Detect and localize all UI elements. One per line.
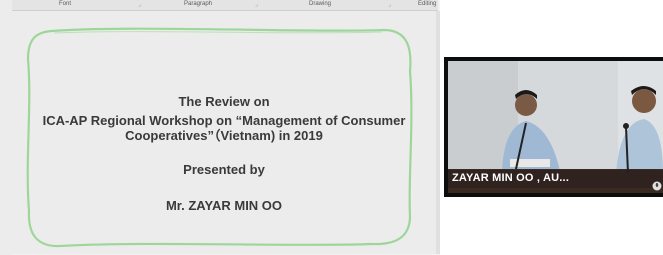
dialog-launcher-icon[interactable]: ⌟ <box>138 1 141 8</box>
workshop-line-a: ICA-AP Regional Workshop on “Management … <box>42 113 406 128</box>
ribbon-group-paragraph: Paragraph <box>184 1 213 7</box>
scrollbar[interactable] <box>436 11 440 254</box>
dialog-launcher-icon[interactable]: ⌟ <box>388 1 391 8</box>
window-edge <box>0 0 12 255</box>
workshop-line-b: Cooperatives”（Vietnam) in 2019 <box>125 128 323 143</box>
dialog-launcher-icon[interactable]: ⌟ <box>255 1 258 8</box>
participant-name-label: ZAYAR MIN OO , AU... <box>452 172 570 184</box>
ribbon-group-font: Font <box>59 1 72 7</box>
slide-presented-by: Presented by <box>183 162 265 177</box>
slide-presenter-name: Mr. ZAYAR MIN OO <box>165 198 283 213</box>
presentation-slide: The Review on ICA-AP Regional Workshop o… <box>12 11 436 254</box>
slide-title-line1: The Review on <box>178 94 270 109</box>
ribbon-group-labels: Font ⌟ Paragraph ⌟ Drawing ⌟ Editing <box>12 0 438 11</box>
participant-video-tile[interactable]: ZAYAR MIN OO , AU... <box>444 57 663 197</box>
ribbon-group-editing: Editing <box>418 1 437 7</box>
microphone-icon <box>652 181 662 191</box>
slide-title-line2: ICA-AP Regional Workshop on “Management … <box>12 113 436 143</box>
shared-screen: Font ⌟ Paragraph ⌟ Drawing ⌟ Editing The… <box>0 0 440 255</box>
video-feed: ZAYAR MIN OO , AU... <box>448 61 663 193</box>
ribbon-group-drawing: Drawing <box>309 1 332 7</box>
